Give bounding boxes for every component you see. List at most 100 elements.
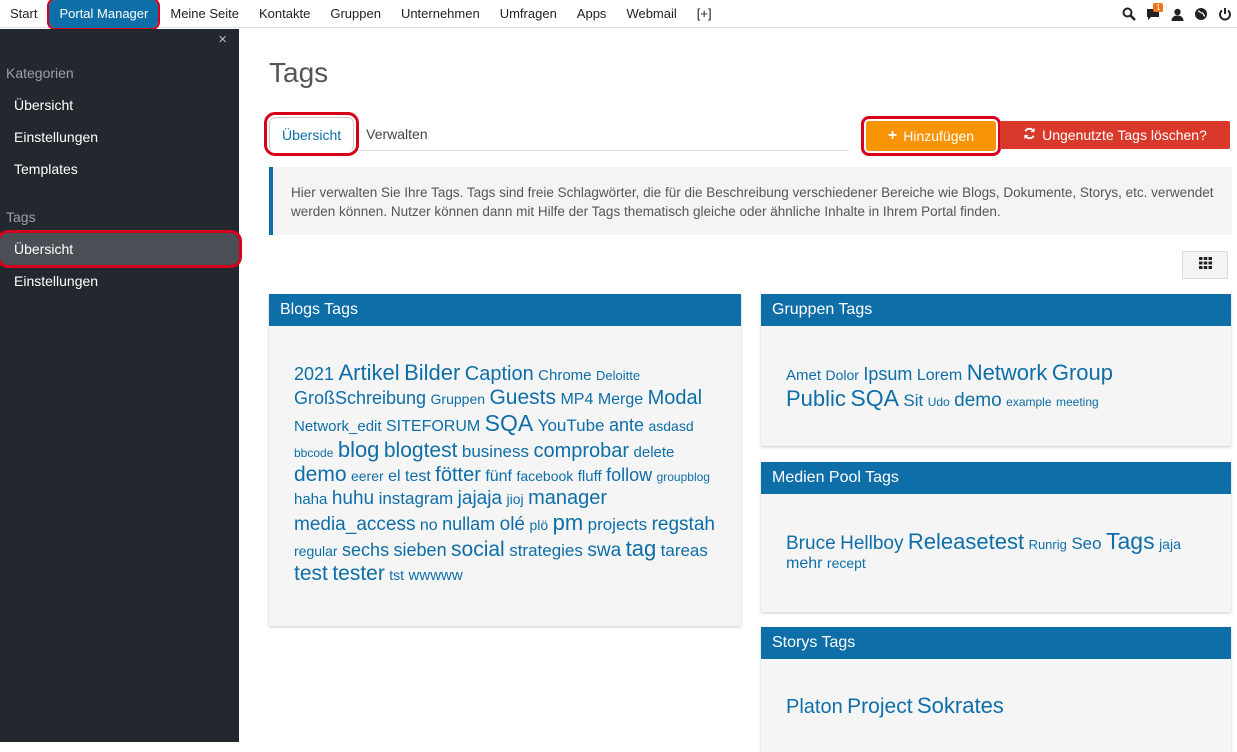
tag-link[interactable]: regular (294, 543, 338, 559)
tag-link[interactable]: example (1006, 395, 1051, 409)
tag-link[interactable]: ante (609, 415, 644, 435)
tag-link[interactable]: MP4 (560, 391, 593, 408)
tag-link[interactable]: projects (588, 515, 648, 534)
tag-link[interactable]: bbcode (294, 446, 333, 460)
tag-link[interactable]: jajaja (458, 488, 502, 509)
tag-link[interactable]: tester (332, 562, 385, 585)
tag-link[interactable]: Deloitte (596, 368, 640, 383)
nav-gruppen[interactable]: Gruppen (320, 0, 391, 28)
tag-link[interactable]: facebook (516, 468, 573, 484)
tag-link[interactable]: asdasd (648, 418, 693, 434)
tag-link[interactable]: test (294, 562, 328, 585)
tag-link[interactable]: delete (634, 444, 675, 461)
tag-link[interactable]: Lorem (917, 367, 962, 384)
tag-link[interactable]: fluff (578, 468, 602, 485)
tag-link[interactable]: plö (529, 517, 548, 533)
tag-link[interactable]: manager (528, 487, 607, 509)
tag-link[interactable]: test (405, 468, 431, 485)
tag-link[interactable]: Artikel (339, 360, 400, 385)
nav-meine-seite[interactable]: Meine Seite (160, 0, 249, 28)
sidebar-item-tags-einstellungen[interactable]: Einstellungen (0, 265, 239, 297)
tag-link[interactable]: SQA (485, 410, 534, 436)
add-tag-button[interactable]: + Hinzufügen (861, 116, 1001, 156)
tab-verwalten[interactable]: Verwalten (354, 117, 439, 151)
tag-link[interactable]: Project (847, 695, 912, 718)
tag-link[interactable]: tareas (661, 541, 708, 560)
tag-link[interactable]: nullam (442, 514, 495, 534)
tag-link[interactable]: olé (500, 514, 525, 535)
tag-link[interactable]: Runrig (1029, 537, 1067, 552)
tag-link[interactable]: jioj (506, 491, 523, 507)
tag-link[interactable]: Sokrates (917, 693, 1004, 718)
tag-link[interactable]: Group (1052, 360, 1113, 385)
tab-uebersicht[interactable]: Übersicht (263, 112, 360, 156)
grid-view-button[interactable] (1182, 251, 1228, 279)
power-icon[interactable] (1213, 0, 1237, 28)
user-icon[interactable] (1165, 0, 1189, 28)
nav-kontakte[interactable]: Kontakte (249, 0, 320, 28)
tag-link[interactable]: Udo (928, 395, 950, 409)
tag-link[interactable]: sechs (342, 540, 389, 560)
tag-link[interactable]: follow (606, 465, 652, 485)
tag-link[interactable]: tag (626, 536, 657, 561)
sidebar-item-kategorien-einstellungen[interactable]: Einstellungen (0, 121, 239, 153)
tag-link[interactable]: YouTube (538, 416, 605, 435)
nav-start[interactable]: Start (0, 0, 47, 28)
tag-link[interactable]: eerer (351, 468, 384, 484)
tag-link[interactable]: strategies (509, 541, 583, 560)
tag-link[interactable]: Public (786, 386, 846, 411)
tag-link[interactable]: Dolor (825, 367, 858, 383)
tag-link[interactable]: Releasetest (908, 529, 1024, 554)
tag-link[interactable]: Bilder (404, 360, 460, 385)
tag-link[interactable]: Seo (1071, 534, 1101, 553)
tag-link[interactable]: Network_edit (294, 418, 382, 435)
tag-link[interactable]: mehr (786, 555, 822, 572)
tag-link[interactable]: demo (954, 390, 1002, 411)
tag-link[interactable]: Modal (648, 387, 702, 409)
sidebar-item-templates[interactable]: Templates (0, 153, 239, 185)
tag-link[interactable]: recept (827, 555, 866, 571)
tag-link[interactable]: business (462, 442, 529, 461)
tag-link[interactable]: Platon (786, 696, 843, 718)
close-icon[interactable]: × (218, 31, 227, 48)
tag-link[interactable]: groupblog (657, 470, 710, 484)
tag-link[interactable]: media_access (294, 514, 415, 535)
sidebar-item-kategorien-uebersicht[interactable]: Übersicht (0, 89, 239, 121)
tag-link[interactable]: comprobar (533, 440, 629, 462)
tag-link[interactable]: SITEFORUM (386, 418, 480, 435)
tag-link[interactable]: GroßSchreibung (294, 388, 426, 408)
tag-link[interactable]: el (388, 468, 400, 485)
tag-link[interactable]: huhu (332, 488, 374, 509)
tag-link[interactable]: tst (389, 567, 404, 583)
tag-link[interactable]: SQA (850, 385, 899, 411)
search-icon[interactable] (1117, 0, 1141, 28)
tag-link[interactable]: Amet (786, 367, 821, 384)
tag-link[interactable]: Sit (903, 391, 923, 410)
sidebar-item-tags-uebersicht[interactable]: Übersicht (0, 230, 242, 268)
tag-link[interactable]: jaja (1159, 536, 1181, 552)
tag-link[interactable]: blogtest (384, 439, 458, 462)
messages-icon[interactable]: 1 (1141, 0, 1165, 28)
globe-icon[interactable] (1189, 0, 1213, 28)
tag-link[interactable]: wwwww (409, 567, 463, 584)
tag-link[interactable]: sieben (394, 540, 447, 560)
tag-link[interactable]: demo (294, 463, 347, 486)
tag-link[interactable]: fötter (435, 464, 481, 486)
delete-unused-tags-button[interactable]: Ungenutzte Tags löschen? (1000, 121, 1230, 149)
tag-link[interactable]: fünf (485, 468, 512, 485)
tag-link[interactable]: 2021 (294, 364, 334, 384)
tag-link[interactable]: Caption (465, 363, 534, 385)
nav-umfragen[interactable]: Umfragen (490, 0, 567, 28)
nav-portal-manager[interactable]: Portal Manager (47, 0, 161, 30)
tag-link[interactable]: Ipsum (863, 364, 912, 384)
tag-link[interactable]: Guests (489, 386, 556, 409)
tag-link[interactable]: blog (338, 437, 380, 462)
nav-unternehmen[interactable]: Unternehmen (391, 0, 490, 28)
tag-link[interactable]: Chrome (538, 367, 591, 384)
tag-link[interactable]: no (420, 517, 438, 534)
nav-more[interactable]: [+] (687, 0, 722, 28)
nav-webmail[interactable]: Webmail (616, 0, 686, 28)
tag-link[interactable]: social (451, 538, 505, 561)
tag-link[interactable]: regstah (652, 514, 715, 535)
tag-link[interactable]: Bruce (786, 533, 836, 554)
